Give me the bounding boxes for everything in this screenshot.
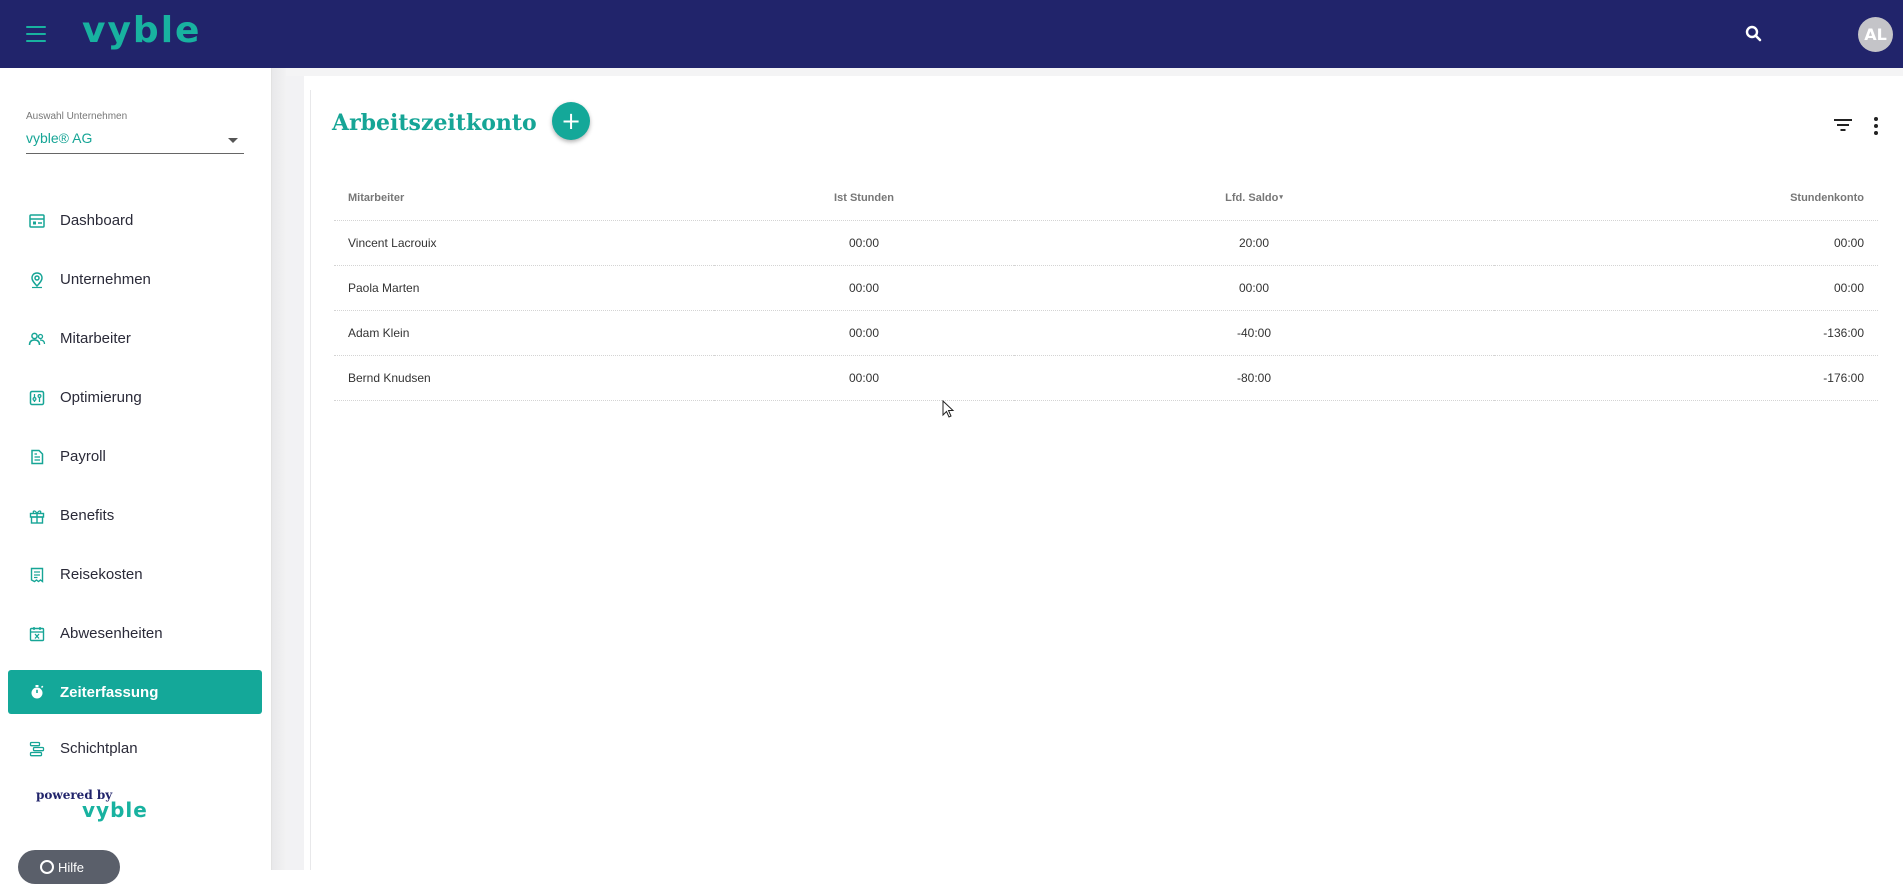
sidebar-item-schichtplan[interactable]: Schichtplan	[8, 726, 262, 771]
optimization-icon	[28, 389, 46, 407]
company-select-label: Auswahl Unternehmen	[26, 111, 128, 122]
stopwatch-icon	[28, 683, 46, 701]
column-header-stundenkonto[interactable]: Stundenkonto	[1494, 176, 1878, 221]
sidebar-item-label: Payroll	[60, 448, 106, 465]
menu-icon[interactable]	[24, 24, 48, 44]
dashboard-icon	[28, 212, 46, 230]
sidebar-item-optimierung[interactable]: Optimierung	[8, 375, 262, 420]
page-title: Arbeitszeitkonto	[332, 110, 537, 136]
cell-ist-stunden: 00:00	[714, 265, 1014, 311]
sidebar-item-label: Benefits	[60, 507, 115, 524]
sidebar-item-label: Schichtplan	[60, 740, 138, 757]
column-header-mitarbeiter[interactable]: Mitarbeiter	[334, 176, 714, 221]
sidebar-nav: Dashboard Unternehmen Mitarbeiter Optimi…	[8, 198, 262, 785]
cell-ist-stunden: 00:00	[714, 355, 1014, 401]
brand-logo[interactable]: vyble	[82, 10, 201, 51]
column-header-ist-stunden[interactable]: Ist Stunden	[714, 176, 1014, 221]
sidebar-item-mitarbeiter[interactable]: Mitarbeiter	[8, 316, 262, 361]
filter-icon[interactable]	[1832, 115, 1854, 135]
sidebar-item-label: Dashboard	[60, 212, 134, 229]
content-divider	[310, 90, 311, 870]
sidebar-item-zeiterfassung[interactable]: Zeiterfassung	[8, 670, 262, 714]
table-row[interactable]: Adam Klein 00:00 -40:00 -136:00	[334, 310, 1878, 356]
sidebar-item-label: Unternehmen	[60, 271, 151, 288]
table-row[interactable]: Paola Marten 00:00 00:00 00:00	[334, 265, 1878, 311]
shift-plan-icon	[28, 740, 46, 758]
people-icon	[28, 330, 46, 348]
sidebar-item-payroll[interactable]: Payroll	[8, 434, 262, 479]
cell-ist-stunden: 00:00	[714, 220, 1014, 266]
column-header-lfd-saldo[interactable]: Lfd. Saldo▾	[1014, 176, 1494, 221]
mouse-cursor-icon	[942, 399, 956, 420]
sidebar-item-reisekosten[interactable]: Reisekosten	[8, 552, 262, 597]
calendar-x-icon	[28, 625, 46, 643]
cell-mitarbeiter: Paola Marten	[334, 265, 714, 311]
payroll-icon	[28, 448, 46, 466]
sidebar-item-label: Abwesenheiten	[60, 625, 163, 642]
chevron-down-icon	[228, 138, 238, 143]
table-row[interactable]: Bernd Knudsen 00:00 -80:00 -176:00	[334, 355, 1878, 401]
cell-ist-stunden: 00:00	[714, 310, 1014, 356]
cell-lfd-saldo: -80:00	[1014, 355, 1494, 401]
sidebar-item-label: Zeiterfassung	[60, 683, 159, 701]
help-button[interactable]: Hilfe	[18, 850, 120, 884]
cell-mitarbeiter: Bernd Knudsen	[334, 355, 714, 401]
help-icon	[40, 860, 54, 874]
user-avatar[interactable]: AL	[1858, 17, 1893, 52]
time-account-table: Mitarbeiter Ist Stunden Lfd. Saldo▾ Stun…	[334, 176, 1878, 401]
sort-caret-icon: ▾	[1279, 193, 1283, 201]
cell-stundenkonto: 00:00	[1494, 220, 1878, 266]
sidebar-item-label: Mitarbeiter	[60, 330, 131, 347]
column-header-label: Lfd. Saldo	[1225, 191, 1279, 204]
sidebar-item-label: Reisekosten	[60, 566, 143, 583]
top-app-bar: vyble AL	[0, 0, 1903, 68]
sidebar-item-dashboard[interactable]: Dashboard	[8, 198, 262, 243]
cell-lfd-saldo: -40:00	[1014, 310, 1494, 356]
powered-by-brand: vyble	[82, 798, 148, 822]
cell-mitarbeiter: Vincent Lacrouix	[334, 220, 714, 266]
company-select-value: vyble® AG	[26, 130, 93, 146]
table-row[interactable]: Vincent Lacrouix 00:00 20:00 00:00	[334, 220, 1878, 266]
gift-icon	[28, 507, 46, 525]
cell-lfd-saldo: 20:00	[1014, 220, 1494, 266]
company-select[interactable]: vyble® AG	[26, 128, 244, 154]
cell-stundenkonto: -176:00	[1494, 355, 1878, 401]
search-icon[interactable]	[1744, 24, 1764, 44]
sidebar-item-abwesenheiten[interactable]: Abwesenheiten	[8, 611, 262, 656]
sidebar-item-benefits[interactable]: Benefits	[8, 493, 262, 538]
table-header-row: Mitarbeiter Ist Stunden Lfd. Saldo▾ Stun…	[334, 176, 1878, 221]
powered-by-logo: powered by vyble	[36, 788, 147, 822]
sidebar-divider	[272, 68, 286, 870]
cell-stundenkonto: 00:00	[1494, 265, 1878, 311]
cell-lfd-saldo: 00:00	[1014, 265, 1494, 311]
add-button[interactable]: +	[552, 102, 590, 140]
sidebar: Auswahl Unternehmen vyble® AG Dashboard …	[0, 68, 272, 884]
receipt-icon	[28, 566, 46, 584]
cell-mitarbeiter: Adam Klein	[334, 310, 714, 356]
location-pin-icon	[28, 271, 46, 289]
cell-stundenkonto: -136:00	[1494, 310, 1878, 356]
more-vert-icon[interactable]	[1870, 115, 1882, 137]
help-label: Hilfe	[58, 860, 85, 875]
sidebar-item-label: Optimierung	[60, 389, 142, 406]
sidebar-item-unternehmen[interactable]: Unternehmen	[8, 257, 262, 302]
